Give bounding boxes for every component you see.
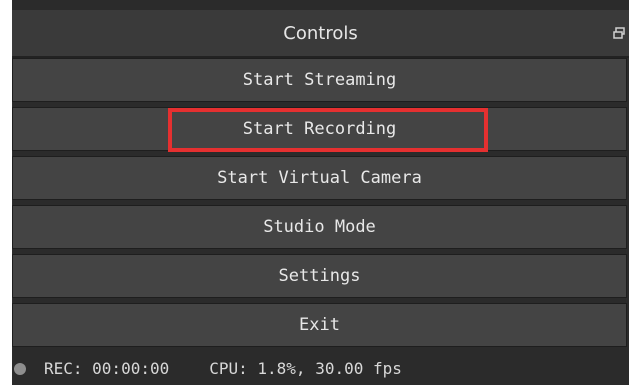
status-bar: REC: 00:00:00 CPU: 1.8%, 30.00 fps — [12, 352, 629, 385]
studio-mode-button[interactable]: Studio Mode — [12, 205, 627, 249]
record-indicator-icon — [14, 362, 26, 375]
dock-titlebar: Controls — [12, 10, 629, 58]
controls-button-list: Start Streaming Start Recording Start Vi… — [12, 58, 629, 352]
start-virtual-camera-button[interactable]: Start Virtual Camera — [12, 156, 627, 200]
rec-time: REC: 00:00:00 — [44, 359, 170, 378]
start-recording-button[interactable]: Start Recording — [12, 107, 627, 151]
float-window-icon[interactable] — [613, 24, 625, 39]
start-streaming-button[interactable]: Start Streaming — [12, 58, 627, 102]
cpu-fps: CPU: 1.8%, 30.00 fps — [209, 359, 402, 378]
exit-button[interactable]: Exit — [12, 303, 627, 347]
settings-button[interactable]: Settings — [12, 254, 627, 298]
dock-title: Controls — [283, 22, 358, 44]
controls-dock: Controls Start Streaming Start Recording… — [12, 0, 629, 385]
